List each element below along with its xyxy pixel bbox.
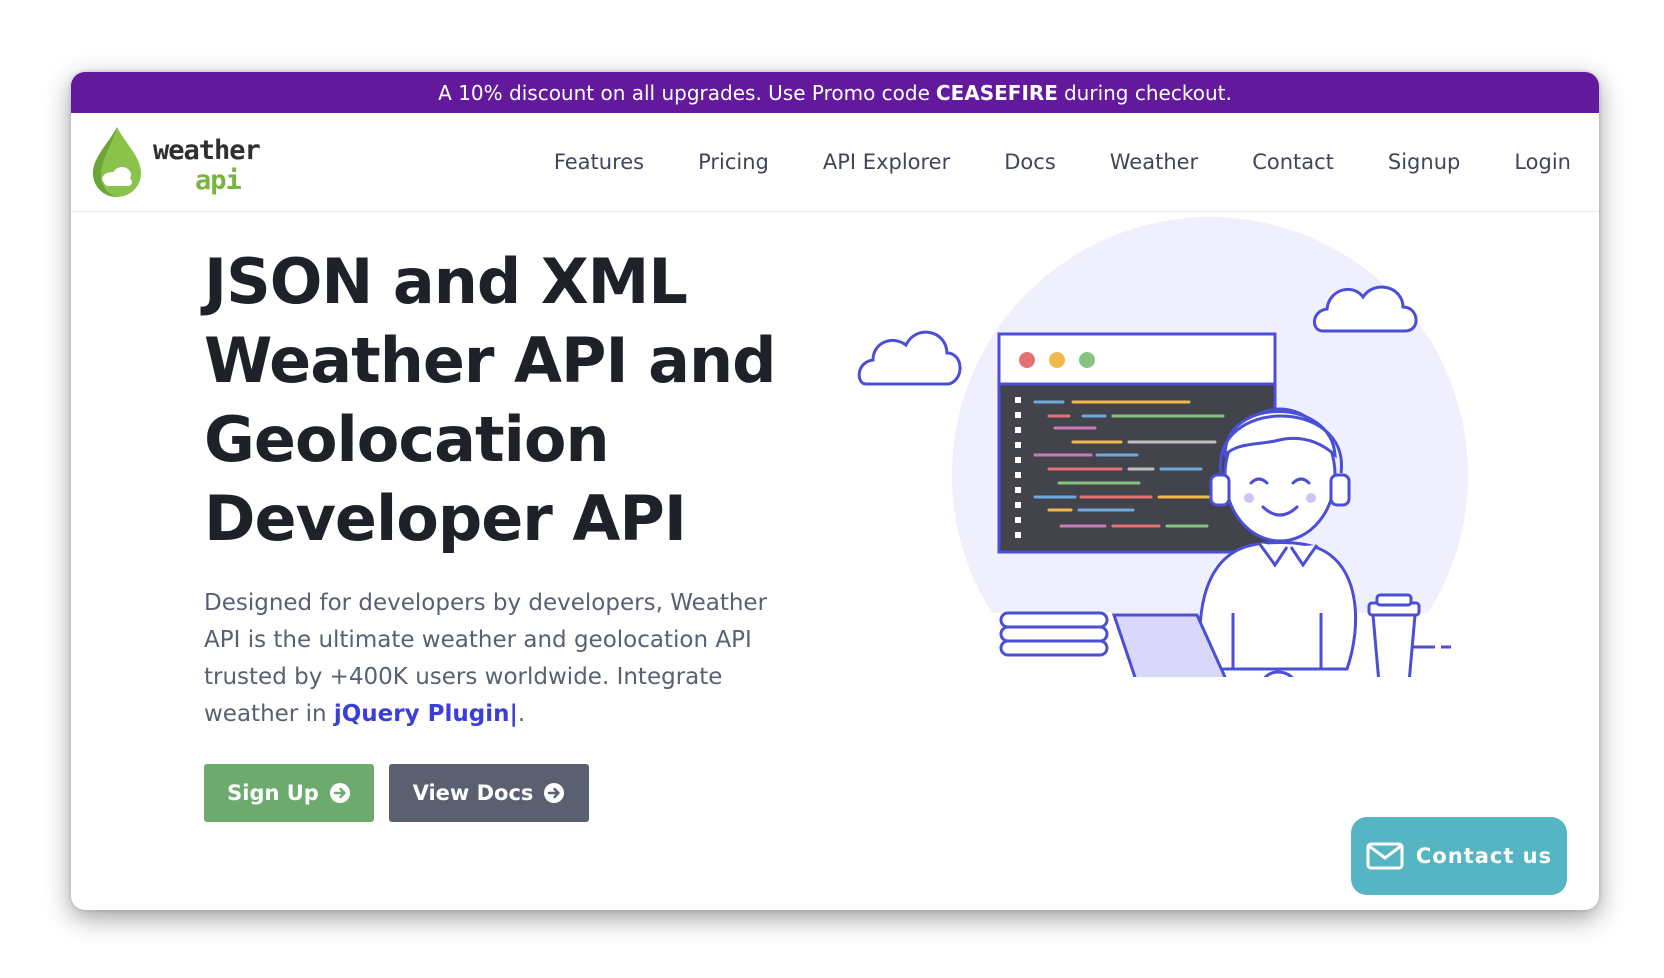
browser-frame: A 10% discount on all upgrades. Use Prom… (71, 72, 1599, 910)
nav-pricing[interactable]: Pricing (698, 150, 769, 174)
nav-weather[interactable]: Weather (1110, 150, 1198, 174)
nav-api-explorer[interactable]: API Explorer (823, 150, 950, 174)
envelope-icon (1366, 842, 1404, 870)
promo-banner: A 10% discount on all upgrades. Use Prom… (71, 72, 1599, 113)
logo-text-weather: weather (153, 135, 261, 166)
hero-title-line: JSON and XML (204, 245, 688, 318)
arrow-circle-right-icon (544, 783, 565, 803)
hero-title-line: Developer API (204, 482, 687, 555)
view-docs-button-label: View Docs (412, 781, 534, 805)
hero-title-line: Weather API and (204, 324, 777, 397)
signup-button-label: Sign Up (227, 781, 319, 805)
arrow-circle-right-icon (329, 783, 350, 803)
nav-features[interactable]: Features (554, 150, 644, 174)
signup-button[interactable]: Sign Up (204, 764, 374, 822)
hero-description: Designed for developers by developers, W… (204, 585, 804, 733)
promo-text-before: A 10% discount on all upgrades. Use Prom… (438, 80, 930, 105)
nav-docs[interactable]: Docs (1004, 150, 1056, 174)
hero-description-end: . (517, 701, 526, 727)
contact-us-button[interactable]: Contact us (1351, 817, 1567, 895)
promo-code: CEASEFIRE (935, 80, 1058, 105)
cloud-icon (857, 330, 962, 386)
contact-us-label: Contact us (1415, 844, 1553, 868)
main-nav: Features Pricing API Explorer Docs Weath… (554, 113, 1571, 211)
hero-title: JSON and XML Weather API and Geolocation… (204, 242, 824, 558)
typed-integration-text: jQuery Plugin| (333, 701, 518, 727)
top-navbar: weather api Features Pricing API Explore… (71, 113, 1599, 212)
nav-login[interactable]: Login (1514, 150, 1571, 174)
nav-contact[interactable]: Contact (1252, 150, 1334, 174)
nav-signup[interactable]: Signup (1388, 150, 1460, 174)
promo-text-after: during checkout. (1063, 80, 1232, 105)
site-logo[interactable]: weather api (87, 125, 261, 200)
logo-text-api: api (195, 165, 242, 196)
hero-title-line: Geolocation (204, 403, 610, 476)
water-drop-cloud-icon (93, 127, 141, 197)
book-stack (999, 611, 1109, 657)
view-docs-button[interactable]: View Docs (389, 764, 589, 822)
developer-illustration (851, 217, 1491, 677)
